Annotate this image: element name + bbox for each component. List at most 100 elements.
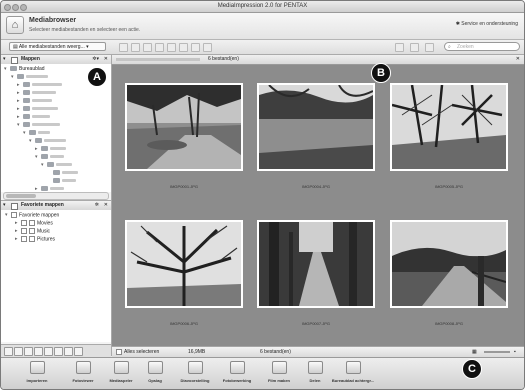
folder-tree-scrollbar[interactable]	[3, 192, 109, 200]
thumbnail-item[interactable]: IMGP0008.JPG	[390, 220, 508, 340]
thumbnail-caption: IMGP0007.JPG	[301, 321, 330, 326]
folder-icon	[29, 228, 35, 234]
collapse-icon[interactable]: ▾	[3, 55, 6, 64]
help-link[interactable]: ✱ Service en ondersteuning	[456, 21, 518, 27]
home-icon: ⌂	[11, 19, 19, 31]
slideshow-button[interactable]: Diavoorstelling	[173, 361, 217, 383]
storage-button[interactable]: Opslag	[133, 361, 177, 383]
import-label: Importeren	[26, 378, 48, 383]
thumbnail-item[interactable]: IMGP0007.JPG	[257, 220, 375, 340]
tree-item[interactable]: ▸	[17, 114, 50, 120]
tree-item[interactable]: ▾	[29, 138, 66, 144]
favorites-item[interactable]: ▸ Music	[15, 228, 50, 234]
photo-thumbnail[interactable]	[125, 83, 243, 171]
thumbnail-caption: IMGP0006.JPG	[169, 321, 198, 326]
tree-item[interactable]: ▾	[17, 122, 60, 128]
tree-item[interactable]: ▸	[17, 106, 58, 112]
tree-item[interactable]: ▾	[11, 74, 48, 80]
remove-icon[interactable]	[14, 347, 23, 356]
delete-icon[interactable]	[191, 43, 200, 52]
favorites-item[interactable]: ▸ Movies	[15, 220, 53, 226]
home-button[interactable]: ⌂	[6, 16, 24, 34]
media-filter-value: Alle mediabestanden weerg...	[18, 44, 85, 50]
close-icon[interactable]: ✕	[104, 55, 108, 64]
window-title: MediaImpression 2.0 for PENTAX	[217, 3, 308, 9]
collapse-icon[interactable]: ▾	[3, 201, 6, 210]
photo-edit-button[interactable]: Fotobewerking	[215, 361, 259, 383]
folder-icon	[23, 82, 30, 88]
sidebar-toolbar	[1, 344, 111, 357]
info-icon[interactable]	[167, 43, 176, 52]
favorites-root-label: Favoriete mappen	[19, 212, 60, 219]
favorites-root-item[interactable]: ▾ Favoriete mappen	[5, 212, 59, 218]
rotate-right-icon[interactable]	[131, 43, 140, 52]
checkbox[interactable]	[116, 348, 122, 355]
tree-item[interactable]	[47, 178, 76, 184]
copy-icon[interactable]	[179, 43, 188, 52]
media-filter-dropdown[interactable]: ▤ Alle mediabestanden weerg... ▾	[9, 42, 106, 51]
settings-icon[interactable]: ✲▾	[92, 55, 99, 64]
add-icon[interactable]	[4, 347, 13, 356]
desktop-background-button[interactable]: Bureaublad achtergr...	[331, 361, 375, 383]
calendar-icon[interactable]	[54, 347, 63, 356]
settings-icon[interactable]: ✲	[95, 201, 99, 210]
select-all-toggle[interactable]: Alles selecteren	[116, 347, 159, 357]
properties-icon[interactable]	[203, 43, 212, 52]
favorites-title: Favoriete mappen	[21, 202, 64, 208]
view-details-icon[interactable]	[410, 43, 419, 52]
tree-item[interactable]: ▸	[35, 146, 66, 152]
home-icon[interactable]	[34, 347, 43, 356]
mail-icon[interactable]	[143, 43, 152, 52]
tag-icon[interactable]	[74, 347, 83, 356]
checkbox[interactable]	[21, 220, 27, 226]
callout-b: B	[371, 63, 391, 83]
tree-item[interactable]: ▸	[17, 90, 56, 96]
desktop-background-label: Bureaublad achtergr...	[331, 378, 375, 383]
thumbnail-item[interactable]: IMGP0001.JPG	[125, 83, 243, 203]
page-subtitle: Selecteer mediabestanden en selecteer ee…	[29, 27, 141, 33]
photo-thumbnail[interactable]	[125, 220, 243, 308]
favorites-item-label: Movies	[37, 220, 53, 227]
tree-item[interactable]: ▸	[17, 82, 62, 88]
close-icon[interactable]: ✕	[104, 201, 108, 210]
import-icon	[29, 361, 45, 374]
tree-item-root[interactable]: ▾ Bureaublad	[4, 66, 45, 72]
tree-item[interactable]: ▾	[35, 154, 64, 160]
file-count: 6 bestand(en)	[208, 56, 239, 62]
import-button[interactable]: Importeren	[15, 361, 59, 383]
flag-icon[interactable]	[44, 347, 53, 356]
checkbox[interactable]	[21, 228, 27, 234]
favorites-item[interactable]: ▸ Pictures	[15, 236, 55, 242]
close-icon[interactable]: ✕	[516, 55, 520, 64]
tree-item[interactable]: ▾	[41, 162, 72, 168]
favorites-icon	[11, 203, 18, 210]
print-icon[interactable]	[155, 43, 164, 52]
sort-icon[interactable]	[425, 43, 434, 52]
photo-thumbnail[interactable]	[390, 83, 508, 171]
folder-icon	[41, 154, 48, 160]
filter-icon[interactable]	[64, 347, 73, 356]
view-thumbnails-icon[interactable]	[395, 43, 404, 52]
tree-item[interactable]	[47, 170, 78, 176]
star-icon[interactable]	[24, 347, 33, 356]
scrollbar-thumb[interactable]	[6, 194, 36, 198]
checkbox[interactable]	[11, 212, 17, 218]
tree-item[interactable]: ▾	[23, 130, 50, 136]
search-input[interactable]: ⌕ Zoeken	[444, 42, 520, 51]
thumbnail-item[interactable]: IMGP0006.JPG	[125, 220, 243, 340]
zoom-slider[interactable]	[484, 351, 510, 353]
rotate-left-icon[interactable]	[119, 43, 128, 52]
thumbnail-caption: IMGP0001.JPG	[169, 184, 198, 189]
slideshow-icon	[187, 361, 203, 374]
grid-view-icon[interactable]: ▦	[472, 347, 477, 357]
photo-thumbnail[interactable]	[390, 220, 508, 308]
tree-item[interactable]: ▸	[17, 98, 52, 104]
thumbnail-item[interactable]: IMGP0005.JPG	[390, 83, 508, 203]
photo-thumbnail[interactable]	[257, 220, 375, 308]
thumbnail-item[interactable]: IMGP0004.JPG	[257, 83, 375, 203]
photo-thumbnail[interactable]	[257, 83, 375, 171]
zoom-in-icon[interactable]: ▪	[514, 347, 516, 357]
checkbox[interactable]	[21, 236, 27, 242]
desktop-background-icon	[345, 361, 361, 374]
toolbar: ▤ Alle mediabestanden weerg... ▾ ⌕ Zoeke…	[1, 40, 524, 55]
